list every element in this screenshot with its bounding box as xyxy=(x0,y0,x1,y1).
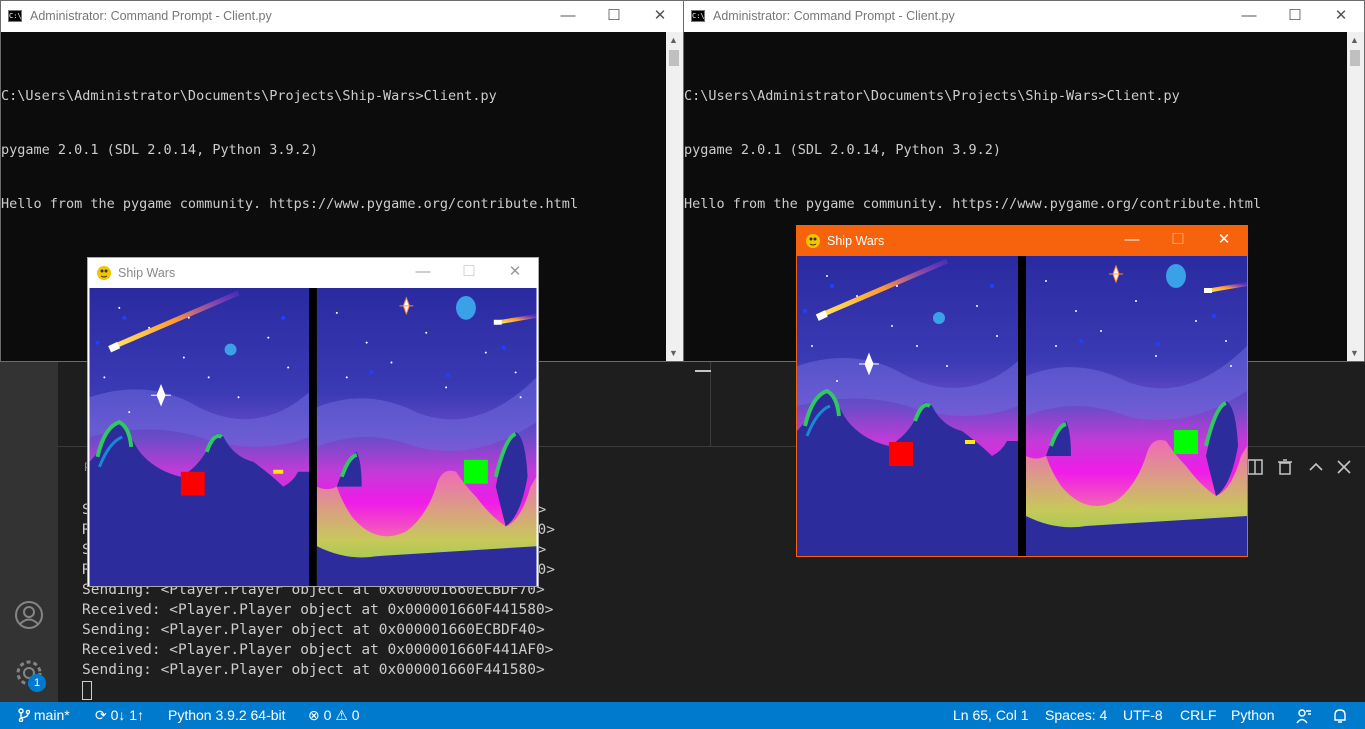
minimize-button[interactable]: — xyxy=(400,261,446,283)
python-interpreter[interactable]: Python 3.9.2 64-bit xyxy=(168,707,286,723)
close-panel-icon[interactable] xyxy=(1337,460,1351,474)
minimize-button[interactable]: — xyxy=(1226,5,1272,27)
cmd-scrollbar[interactable]: ▲ ▼ xyxy=(1347,32,1364,361)
cmd-scrollbar[interactable]: ▲ ▼ xyxy=(666,32,683,361)
green-player-ship xyxy=(463,459,488,484)
branch-indicator[interactable]: main* xyxy=(18,707,70,723)
bullet xyxy=(965,440,975,444)
close-button[interactable]: ✕ xyxy=(492,261,538,283)
terminal-line: Received: <Player.Player object at 0x000… xyxy=(82,642,554,658)
cursor-position[interactable]: Ln 65, Col 1 xyxy=(953,707,1029,723)
sync-icon: ⟳ xyxy=(95,707,107,723)
problems-indicator[interactable]: ⊗ 0 ⚠ 0 xyxy=(308,707,360,724)
terminal-line: Sending: <Player.Player object at 0x0000… xyxy=(82,622,545,638)
pygame-snake-icon xyxy=(806,234,820,248)
red-player-ship xyxy=(180,471,205,496)
cmd-icon: C:\ xyxy=(691,10,705,22)
green-player-ship xyxy=(1174,430,1198,454)
close-button[interactable]: ✕ xyxy=(637,5,683,27)
split-terminal-icon[interactable] xyxy=(1247,459,1263,475)
game-titlebar[interactable]: Ship Wars — ☐ ✕ xyxy=(88,258,538,288)
pygame-snake-icon xyxy=(97,266,111,280)
feedback-icon[interactable] xyxy=(1296,708,1312,724)
center-divider xyxy=(1018,256,1026,556)
sync-indicator[interactable]: ⟳ 0↓ 1↑ xyxy=(95,707,144,724)
center-divider xyxy=(309,288,317,586)
cmd-line: Hello from the pygame community. https:/… xyxy=(1,196,579,212)
game-title: Ship Wars xyxy=(827,234,885,248)
maximize-button[interactable]: ☐ xyxy=(591,5,637,27)
cmd-line: Hello from the pygame community. https:/… xyxy=(684,196,1262,212)
scroll-up-icon[interactable]: ▲ xyxy=(669,35,678,45)
minimize-button[interactable]: — xyxy=(545,5,591,27)
encoding[interactable]: UTF-8 xyxy=(1123,707,1163,723)
scroll-down-icon[interactable]: ▼ xyxy=(1350,348,1359,358)
game-titlebar[interactable]: Ship Wars — ☐ ✕ xyxy=(797,226,1247,256)
cmd-line: pygame 2.0.1 (SDL 2.0.14, Python 3.9.2) xyxy=(1,142,318,158)
game-canvas[interactable] xyxy=(797,256,1247,556)
close-button[interactable]: ✕ xyxy=(1318,5,1364,27)
language-mode[interactable]: Python xyxy=(1231,707,1275,723)
game-canvas[interactable] xyxy=(88,288,538,586)
line-ending[interactable]: CRLF xyxy=(1180,707,1217,723)
error-icon: ⊗ xyxy=(308,707,320,723)
terminal-line: Sending: <Player.Player object at 0x0000… xyxy=(82,662,545,678)
sync-counts: 0↓ 1↑ xyxy=(110,707,145,723)
account-icon[interactable] xyxy=(14,600,44,630)
cmd-line: C:\Users\Administrator\Documents\Project… xyxy=(1,88,497,104)
git-branch-icon xyxy=(18,708,31,723)
cmd-titlebar[interactable]: C:\ Administrator: Command Prompt - Clie… xyxy=(1,1,683,32)
maximize-button[interactable]: ☐ xyxy=(1155,229,1201,251)
terminal-cursor xyxy=(82,681,92,700)
ship-wars-window-1[interactable]: Ship Wars — ☐ ✕ xyxy=(87,257,539,587)
error-count: 0 xyxy=(323,707,332,723)
maximize-panel-icon[interactable] xyxy=(1308,460,1324,474)
bell-icon[interactable] xyxy=(1332,708,1348,724)
trash-icon[interactable] xyxy=(1277,459,1293,475)
cmd-output[interactable]: C:\Users\Administrator\Documents\Project… xyxy=(684,51,1261,249)
scroll-down-icon[interactable]: ▼ xyxy=(669,348,678,358)
cmd-line: pygame 2.0.1 (SDL 2.0.14, Python 3.9.2) xyxy=(684,142,1001,158)
red-player-ship xyxy=(889,442,913,466)
warning-icon: ⚠ xyxy=(335,707,348,723)
scroll-up-icon[interactable]: ▲ xyxy=(1350,35,1359,45)
maximize-button[interactable]: ☐ xyxy=(446,261,492,283)
settings-update-badge: 1 xyxy=(28,674,46,692)
cmd-title: Administrator: Command Prompt - Client.p… xyxy=(30,9,272,23)
scroll-thumb[interactable] xyxy=(669,50,679,66)
branch-name: main* xyxy=(33,707,70,723)
cmd-titlebar[interactable]: C:\ Administrator: Command Prompt - Clie… xyxy=(684,1,1364,32)
ship-wars-window-2[interactable]: Ship Wars — ☐ ✕ xyxy=(796,225,1248,557)
minimap-marker xyxy=(695,370,711,372)
indentation[interactable]: Spaces: 4 xyxy=(1045,707,1107,723)
activity-bar xyxy=(0,360,58,702)
editor-split-divider[interactable] xyxy=(710,362,711,446)
terminal-line: Received: <Player.Player object at 0x000… xyxy=(82,602,554,618)
cmd-icon: C:\ xyxy=(8,10,22,22)
game-title: Ship Wars xyxy=(118,266,176,280)
scroll-thumb[interactable] xyxy=(1350,50,1360,66)
maximize-button[interactable]: ☐ xyxy=(1272,5,1318,27)
bullet xyxy=(273,469,284,474)
warning-count: 0 xyxy=(351,707,360,723)
cmd-output[interactable]: C:\Users\Administrator\Documents\Project… xyxy=(1,51,578,249)
cmd-line: C:\Users\Administrator\Documents\Project… xyxy=(684,88,1180,104)
status-bar: main* ⟳ 0↓ 1↑ Python 3.9.2 64-bit ⊗ 0 ⚠ … xyxy=(0,702,1365,729)
minimize-button[interactable]: — xyxy=(1109,229,1155,251)
close-button[interactable]: ✕ xyxy=(1201,229,1247,251)
cmd-title: Administrator: Command Prompt - Client.p… xyxy=(713,9,955,23)
